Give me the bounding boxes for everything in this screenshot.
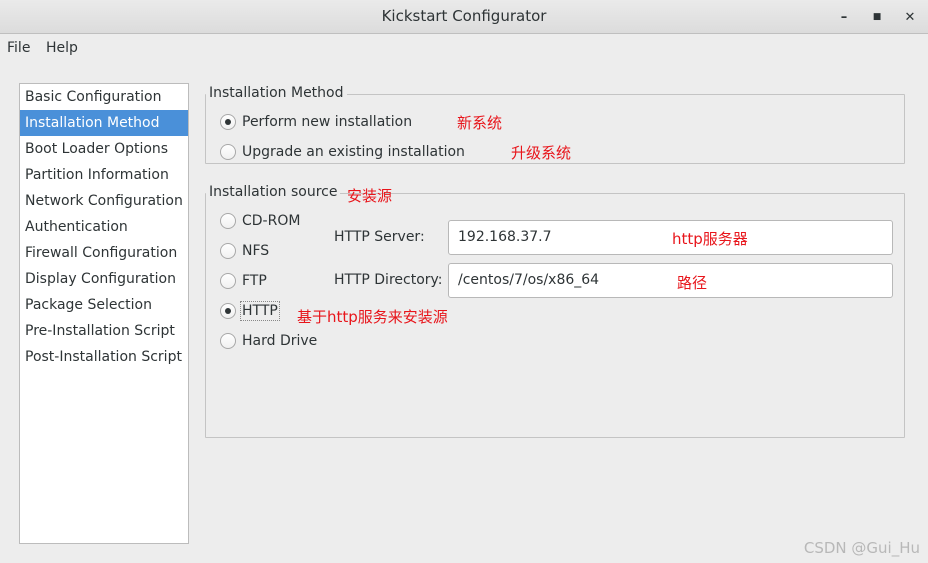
radio-label: HTTP — [240, 301, 280, 321]
installation-method-title: Installation Method — [206, 85, 347, 101]
sidebar-item-installation-method[interactable]: Installation Method — [20, 110, 188, 136]
radio-button[interactable] — [220, 213, 236, 229]
annotation-install-source: 安装源 — [347, 187, 393, 205]
sidebar-item-boot-loader-options[interactable]: Boot Loader Options — [20, 136, 188, 162]
annotation-path: 路径 — [677, 274, 708, 292]
http-directory-label: HTTP Directory: — [334, 272, 443, 288]
sidebar-item-authentication[interactable]: Authentication — [20, 214, 188, 240]
window-title: Kickstart Configurator — [381, 7, 547, 25]
radio-button[interactable] — [220, 303, 236, 319]
sidebar-item-partition-information[interactable]: Partition Information — [20, 162, 188, 188]
annotation-upgrade-system: 升级系统 — [511, 144, 572, 162]
title-bar: Kickstart Configurator – ■ ✕ — [0, 0, 928, 34]
radio-http[interactable]: HTTP — [220, 301, 280, 321]
radio-label: CD-ROM — [242, 213, 301, 229]
installation-source-title: Installation source — [206, 184, 341, 200]
radio-new-installation[interactable]: Perform new installation — [220, 112, 412, 132]
radio-label: Hard Drive — [242, 333, 318, 349]
menu-file[interactable]: File — [7, 40, 30, 56]
watermark: CSDN @Gui_Hu — [803, 539, 920, 557]
sidebar-list: Basic Configuration Installation Method … — [19, 83, 189, 544]
close-icon[interactable]: ✕ — [899, 6, 921, 28]
maximize-icon[interactable]: ■ — [866, 6, 888, 28]
radio-button[interactable] — [220, 333, 236, 349]
radio-cdrom[interactable]: CD-ROM — [220, 211, 300, 231]
radio-ftp[interactable]: FTP — [220, 271, 267, 291]
annotation-new-system: 新系统 — [457, 114, 503, 132]
minimize-icon[interactable]: – — [833, 6, 855, 28]
sidebar-item-package-selection[interactable]: Package Selection — [20, 292, 188, 318]
radio-upgrade-installation[interactable]: Upgrade an existing installation — [220, 142, 465, 162]
radio-button[interactable] — [220, 144, 236, 160]
radio-nfs[interactable]: NFS — [220, 241, 269, 261]
http-directory-input[interactable]: /centos/7/os/x86_64 — [448, 263, 893, 298]
http-server-label: HTTP Server: — [334, 229, 425, 245]
sidebar-item-pre-installation-script[interactable]: Pre-Installation Script — [20, 318, 188, 344]
annotation-http-based: 基于http服务来安装源 — [297, 308, 448, 326]
radio-label: FTP — [242, 273, 267, 289]
radio-button[interactable] — [220, 243, 236, 259]
sidebar-item-firewall-configuration[interactable]: Firewall Configuration — [20, 240, 188, 266]
sidebar-item-basic-configuration[interactable]: Basic Configuration — [20, 84, 188, 110]
radio-label: Upgrade an existing installation — [242, 144, 465, 160]
sidebar-item-network-configuration[interactable]: Network Configuration — [20, 188, 188, 214]
http-server-input[interactable]: 192.168.37.7 — [448, 220, 893, 255]
menu-bar: File Help — [0, 35, 928, 63]
radio-button[interactable] — [220, 273, 236, 289]
radio-label: NFS — [242, 243, 270, 259]
radio-label: Perform new installation — [242, 114, 413, 130]
sidebar-item-display-configuration[interactable]: Display Configuration — [20, 266, 188, 292]
menu-help[interactable]: Help — [46, 40, 78, 56]
annotation-http-server: http服务器 — [672, 230, 748, 248]
radio-hard-drive[interactable]: Hard Drive — [220, 331, 317, 351]
radio-button[interactable] — [220, 114, 236, 130]
sidebar-item-post-installation-script[interactable]: Post-Installation Script — [20, 344, 188, 370]
